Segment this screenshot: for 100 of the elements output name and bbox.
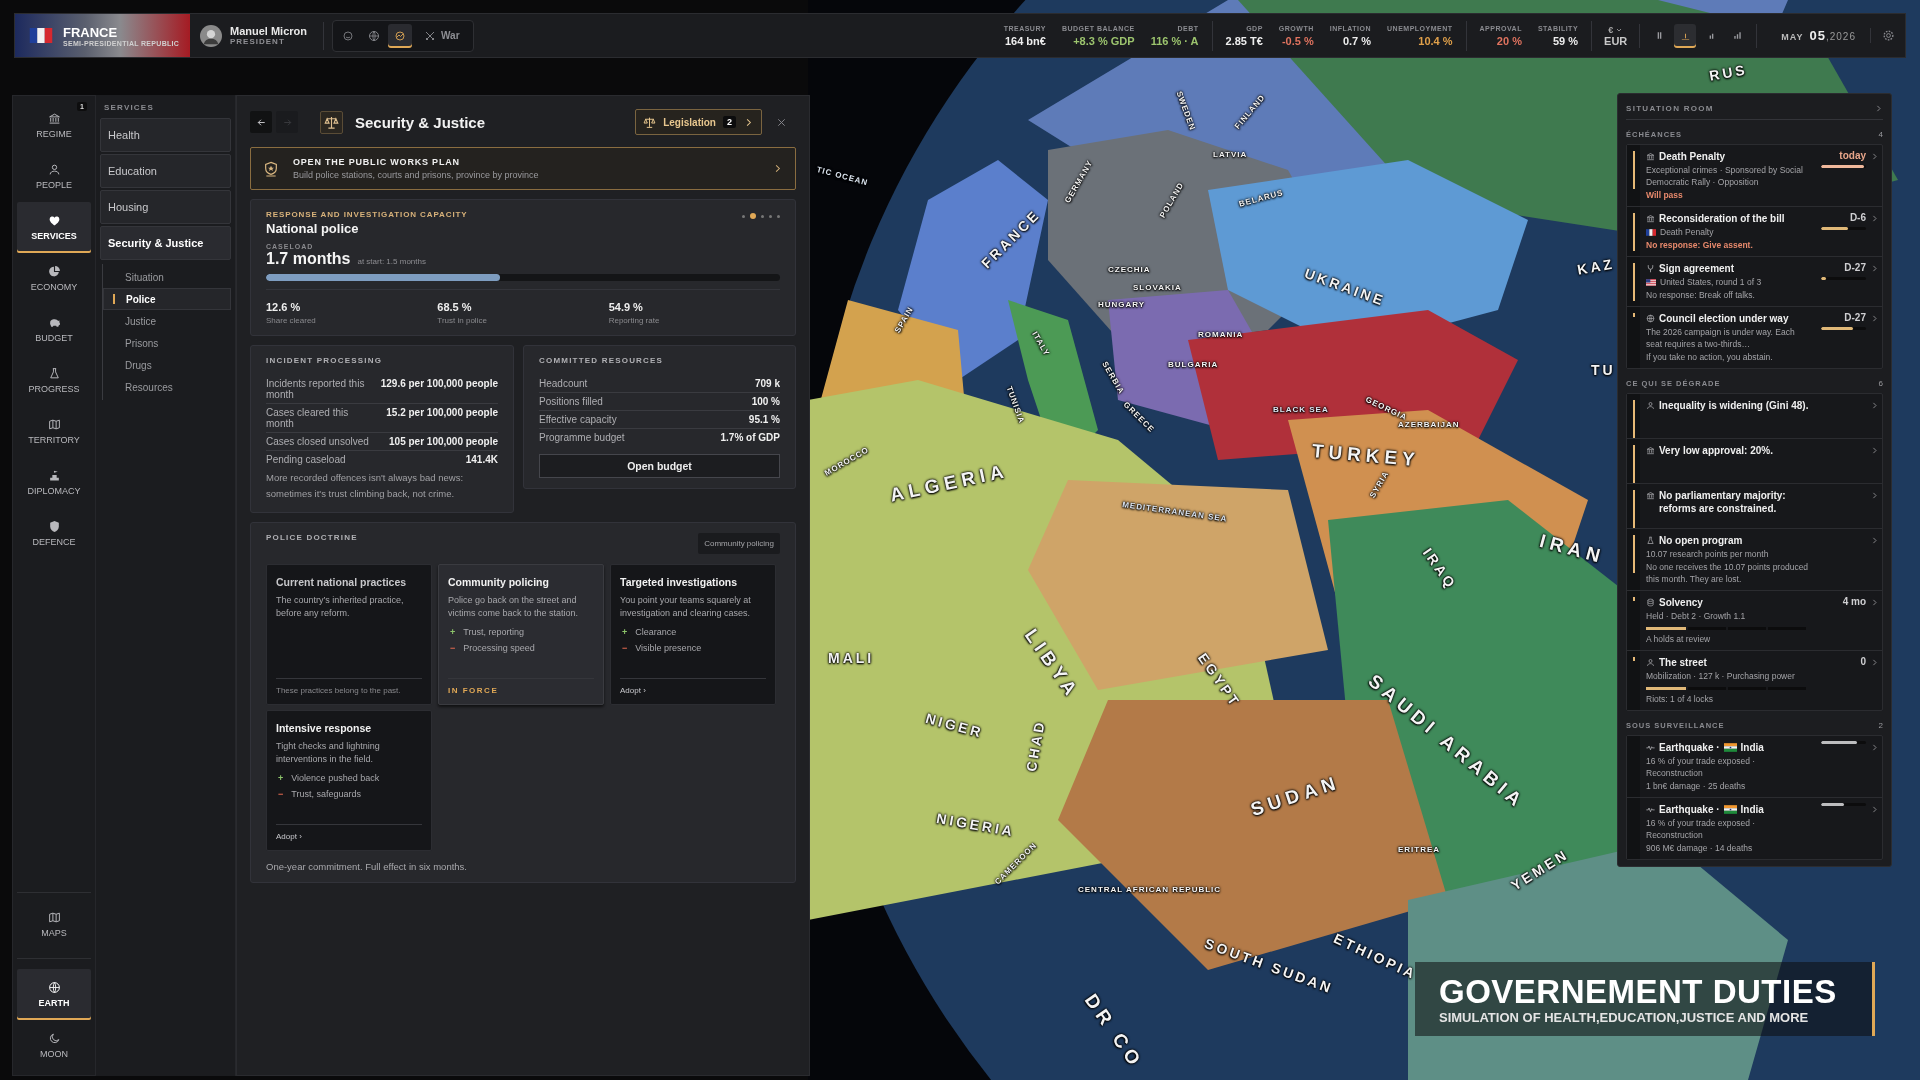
alert-title: Reconsideration of the bill xyxy=(1659,212,1785,225)
alert-detail: 906 M€ damage · 14 deaths xyxy=(1646,842,1753,854)
row-label: Programme budget xyxy=(539,432,626,443)
card-heading: COMMITTED RESOURCES xyxy=(539,356,665,365)
nav-item[interactable]: SERVICES xyxy=(17,202,91,253)
map-label: KAZ xyxy=(1576,255,1616,278)
alert-detail: United States, round 1 of 3 xyxy=(1660,276,1762,288)
alert-title: Solvency xyxy=(1659,596,1703,609)
nav-item[interactable]: MAPS xyxy=(17,899,91,950)
nav-item[interactable]: TERRITORY xyxy=(17,406,91,457)
section-heading: SERVICES xyxy=(103,103,155,114)
stat-value: 59 % xyxy=(1553,34,1579,47)
alert-item[interactable]: Earthquake · India 16 % of your trade exposed · Reconstruction 906 M€ damage · 14 deaths xyxy=(1627,798,1882,859)
option-title: Community policing xyxy=(448,576,550,588)
nav-item[interactable]: DEFENCE xyxy=(17,508,91,559)
nav-item[interactable]: DIPLOMACY xyxy=(17,457,91,508)
alert-item[interactable]: Council election under way The 2026 campaign is under way. Each seat requires a two-thirds… If you take no action, you abstain. D-27 xyxy=(1627,307,1882,368)
speed-button[interactable] xyxy=(1674,23,1697,48)
card-title: National police xyxy=(266,221,360,236)
service-item[interactable]: Health xyxy=(100,118,231,152)
page-dot[interactable] xyxy=(761,214,764,218)
shield-icon xyxy=(47,520,61,533)
alert-item[interactable]: No open program 10.07 research points per month No one receives the 10.07 points produced this month. They are lost. xyxy=(1627,529,1882,591)
alert-item[interactable]: Inequality is widening (Gini 48). xyxy=(1627,394,1882,439)
nav-item[interactable]: BUDGET xyxy=(17,304,91,355)
alert-detail: No response: Break off talks. xyxy=(1646,289,1755,301)
stat-label: Trust in police xyxy=(437,316,488,325)
alert-item[interactable]: Solvency Held · Debt 2 · Growth 1.1 A holds at review 4 mo xyxy=(1627,591,1882,651)
currency-button[interactable]: € EUR xyxy=(1592,24,1640,47)
open-budget-button[interactable]: Open budget xyxy=(539,454,780,478)
fork-icon xyxy=(1646,264,1655,273)
stat-value: 20 % xyxy=(1496,34,1522,47)
row-value: 105 per 100,000 people xyxy=(388,436,498,447)
doctrine-option[interactable]: Current national practices The country’s inherited practice, before any reform. These practices belong to the past. xyxy=(266,564,432,705)
alert-title: Earthquake · xyxy=(1659,803,1720,816)
legislation-button[interactable]: Legislation 2 xyxy=(635,109,762,135)
alert-item[interactable]: The street Mobilization · 127 k · Purchasing power Riots: 1 of 4 locks 0 xyxy=(1627,651,1882,710)
option-title: Targeted investigations xyxy=(620,576,739,588)
avatar-icon xyxy=(200,24,222,47)
subnav-item[interactable]: Situation xyxy=(103,266,231,288)
mode-button[interactable]: War xyxy=(414,23,470,48)
service-item[interactable]: Housing xyxy=(100,190,231,224)
crossed-swords-icon xyxy=(424,29,436,42)
alert-item[interactable]: Earthquake · India 16 % of your trade exposed · Reconstruction 1 bn€ damage · 25 deaths xyxy=(1627,736,1882,798)
adopt-link[interactable]: Adopt › xyxy=(276,832,422,841)
due-label: 4 mo xyxy=(1842,596,1866,607)
leader-role: PRESIDENT xyxy=(230,37,286,46)
subnav-item[interactable]: Prisons xyxy=(103,332,231,354)
nav-item[interactable]: ECONOMY xyxy=(17,253,91,304)
doctrine-option[interactable]: Targeted investigations You point your teams squarely at investigation and clearing cases. + Clearance − Visible presence Adopt › xyxy=(610,564,776,705)
piggy-bank-icon xyxy=(47,316,61,329)
alert-detail: If you take no action, you abstain. xyxy=(1646,351,1773,363)
nav-item[interactable]: PEOPLE xyxy=(17,151,91,202)
alert-item[interactable]: Very low approval: 20%. xyxy=(1627,439,1882,484)
page-dot[interactable] xyxy=(750,213,756,219)
alert-detail: Mobilization · 127 k · Purchasing power xyxy=(1646,670,1795,682)
service-item[interactable]: Security & Justice xyxy=(100,226,231,260)
doctrine-option[interactable]: Community policing Police go back on the street and victims come back to the station. + Trust, reporting − Processing speed IN FORCE xyxy=(438,564,604,705)
subnav-item[interactable]: Justice xyxy=(103,310,231,332)
page-dot[interactable] xyxy=(777,214,780,218)
flag-icon xyxy=(1646,279,1656,286)
map-label: CZECHIA xyxy=(1108,265,1151,274)
alert-title: Death Penalty xyxy=(1659,150,1726,163)
public-works-banner[interactable]: OPEN THE PUBLIC WORKS PLAN Build police stations, courts and prisons, province by province xyxy=(250,147,796,190)
back-button[interactable] xyxy=(250,111,272,133)
subnav-item[interactable]: Police xyxy=(103,288,231,310)
alert-detail: Held · Debt 2 · Growth 1.1 xyxy=(1646,610,1746,622)
smiley-icon xyxy=(342,29,354,42)
speed-bars-icon xyxy=(1731,30,1743,41)
option-note: These practices belong to the past. xyxy=(276,686,402,695)
doctrine-option[interactable]: Intensive response Tight checks and lightning interventions in the field. + Violence pushed back − Trust, safeguards Adopt › xyxy=(266,710,432,851)
alert-item[interactable]: No parliamentary majority: reforms are constrained. xyxy=(1627,484,1882,529)
gauge-icon xyxy=(394,29,406,42)
effect-sign: − xyxy=(622,642,628,655)
caseload-start: at start: 1.5 months xyxy=(357,257,426,266)
map-label: IRAN xyxy=(1537,530,1608,569)
page-dot[interactable] xyxy=(769,214,772,218)
subnav-item[interactable]: Drugs xyxy=(103,354,231,376)
subnav-item[interactable]: Resources xyxy=(103,376,231,398)
alert-item[interactable]: Death Penalty Exceptional crimes · Sponsored by Social Democratic Rally · Opposition Will pass today xyxy=(1627,145,1882,207)
moon-icon xyxy=(47,1032,61,1045)
map-label: CHAD xyxy=(1023,718,1048,773)
adopt-link[interactable]: Adopt › xyxy=(620,686,766,695)
map-label: RUS xyxy=(1708,61,1749,84)
alert-item[interactable]: Reconsideration of the bill Death Penalty No response: Give assent. D-6 xyxy=(1627,207,1882,257)
alert-detail: A holds at review xyxy=(1646,633,1711,645)
alert-item[interactable]: Sign agreement United States, round 1 of 3 No response: Break off talks. D-27 xyxy=(1627,257,1882,307)
nav-item[interactable]: EARTH xyxy=(17,969,91,1020)
effect-text: Clearance xyxy=(635,626,677,639)
mode-button[interactable] xyxy=(388,23,412,48)
nav-item[interactable]: PROGRESS xyxy=(17,355,91,406)
option-description: Police go back on the street and victims come back to the station. xyxy=(448,594,580,620)
map-label: NIGERIA xyxy=(935,810,1017,840)
flask-icon xyxy=(1646,536,1655,545)
service-item[interactable]: Education xyxy=(100,154,231,188)
nav-item[interactable]: MOON xyxy=(17,1020,91,1071)
alert-detail: Will pass xyxy=(1646,189,1683,201)
option-description: Tight checks and lightning interventions in the field. xyxy=(276,740,381,766)
page-dot[interactable] xyxy=(742,214,745,218)
current-doctrine-tag: Community policing xyxy=(698,533,780,554)
